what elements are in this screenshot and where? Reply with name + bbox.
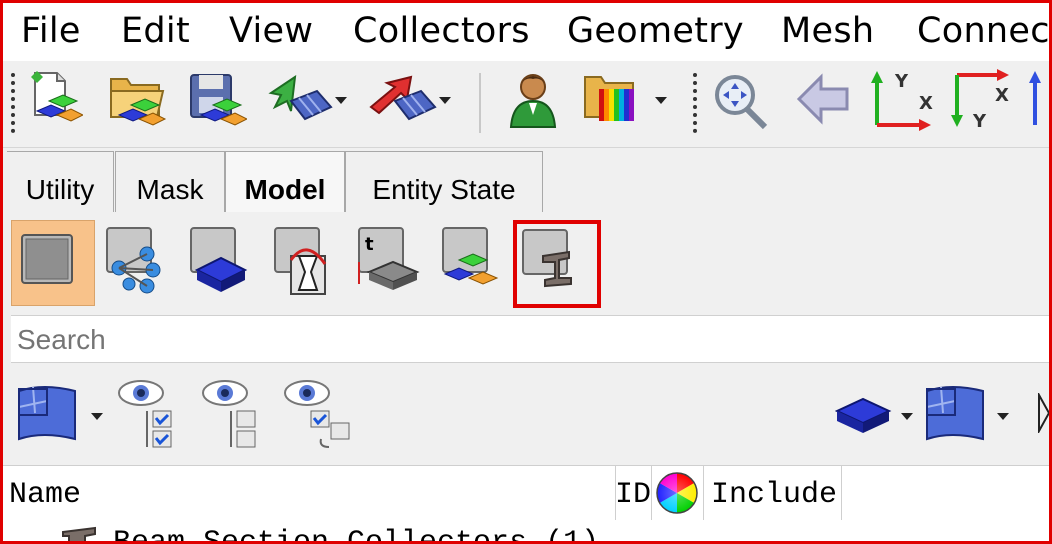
toolbar-grip bbox=[693, 73, 701, 133]
property-icon[interactable]: t bbox=[351, 220, 433, 304]
assembly-hierarchy-icon[interactable] bbox=[97, 220, 179, 304]
import-icon[interactable] bbox=[265, 67, 347, 131]
chevron-down-icon[interactable] bbox=[655, 97, 667, 104]
previous-view-icon[interactable] bbox=[793, 67, 849, 131]
row-label: Beam Section Collectors (1) bbox=[113, 526, 600, 544]
beam-section-icon bbox=[62, 526, 96, 541]
svg-text:X: X bbox=[919, 93, 933, 114]
user-profile-icon[interactable] bbox=[505, 67, 561, 131]
chevron-down-icon[interactable] bbox=[997, 413, 1009, 420]
show-none-icon[interactable] bbox=[199, 377, 271, 453]
zoom-fit-icon[interactable] bbox=[709, 67, 768, 131]
column-header-name[interactable]: Name bbox=[3, 466, 616, 520]
chevron-down-icon[interactable] bbox=[901, 413, 913, 420]
svg-text:t: t bbox=[365, 234, 374, 255]
view-axis-z-icon[interactable] bbox=[1027, 67, 1049, 131]
tab-utility[interactable]: Utility bbox=[7, 151, 114, 212]
tab-entity-state[interactable]: Entity State bbox=[345, 151, 543, 212]
chevron-right-icon[interactable] bbox=[1037, 391, 1049, 435]
new-model-icon[interactable] bbox=[27, 67, 85, 131]
toolbar-grip bbox=[11, 73, 19, 133]
tab-mask[interactable]: Mask bbox=[115, 151, 225, 212]
menu-collectors[interactable]: Collectors bbox=[353, 11, 530, 51]
browser-tabs: Utility Mask Model Entity State bbox=[3, 148, 1049, 212]
search-box bbox=[11, 315, 1049, 364]
menu-bar: File Edit View Collectors Geometry Mesh … bbox=[3, 3, 1049, 61]
all-collectors-icon[interactable] bbox=[11, 220, 95, 306]
view-tools-bar bbox=[3, 363, 1049, 463]
shaded-elements-icon[interactable] bbox=[834, 391, 919, 441]
chevron-down-icon[interactable] bbox=[91, 413, 103, 420]
column-header-include[interactable]: Include bbox=[705, 466, 842, 520]
entity-table-header: Name ID Include bbox=[3, 465, 1049, 521]
menu-file[interactable]: File bbox=[21, 11, 81, 51]
view-axis-xy-icon[interactable]: Y X bbox=[869, 67, 941, 131]
svg-text:X: X bbox=[995, 85, 1009, 106]
surface-style-icon[interactable] bbox=[921, 381, 1013, 445]
search-input[interactable] bbox=[11, 316, 1049, 364]
open-model-icon[interactable] bbox=[107, 67, 167, 131]
toolbar-separator bbox=[479, 73, 481, 133]
column-header-color[interactable] bbox=[651, 466, 704, 520]
highlight-box bbox=[513, 220, 601, 308]
column-header-id[interactable]: ID bbox=[615, 466, 652, 520]
show-all-icon[interactable] bbox=[115, 377, 187, 453]
reverse-display-icon[interactable] bbox=[281, 377, 353, 453]
menu-geometry[interactable]: Geometry bbox=[567, 11, 744, 51]
view-axis-yx-icon[interactable]: X Y bbox=[949, 67, 1021, 132]
save-model-icon[interactable] bbox=[187, 67, 249, 131]
material-icon[interactable] bbox=[267, 220, 349, 304]
chevron-down-icon[interactable] bbox=[439, 97, 451, 104]
component-icon[interactable] bbox=[183, 220, 265, 304]
display-surface-icon[interactable] bbox=[13, 381, 105, 445]
results-open-icon[interactable] bbox=[581, 67, 667, 131]
chevron-down-icon[interactable] bbox=[335, 97, 347, 104]
svg-text:Y: Y bbox=[894, 71, 909, 92]
main-toolbar: Y X X Y bbox=[3, 61, 1049, 148]
export-icon[interactable] bbox=[365, 67, 451, 131]
menu-connectors[interactable]: Connec bbox=[917, 11, 1049, 51]
table-row[interactable]: Beam Section Collectors (1) bbox=[3, 520, 1049, 544]
menu-edit[interactable]: Edit bbox=[121, 11, 190, 51]
tab-model[interactable]: Model bbox=[225, 151, 345, 212]
model-collector-icon[interactable] bbox=[435, 220, 517, 304]
menu-mesh[interactable]: Mesh bbox=[781, 11, 874, 51]
menu-view[interactable]: View bbox=[229, 11, 313, 51]
collector-type-bar: t bbox=[3, 212, 1049, 312]
color-wheel-icon bbox=[656, 472, 698, 514]
app-window: File Edit View Collectors Geometry Mesh … bbox=[0, 0, 1052, 544]
svg-text:Y: Y bbox=[972, 111, 987, 131]
